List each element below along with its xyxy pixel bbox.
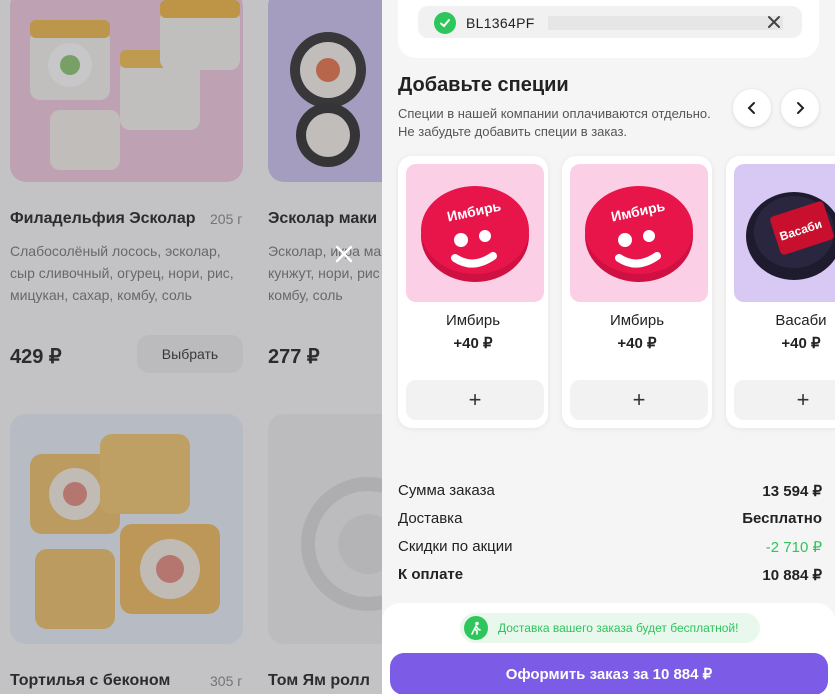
promo-field-highlight xyxy=(548,16,783,30)
free-delivery-badge: Доставка вашего заказа будет бесплатной! xyxy=(460,613,760,643)
add-spice-button[interactable]: + xyxy=(406,380,544,420)
summary-row: Доставка Бесплатно xyxy=(398,510,822,527)
spice-card: Васаби Васаби +40 ₽ + xyxy=(726,156,835,428)
summary-total-row: К оплате 10 884 ₽ xyxy=(398,566,822,584)
check-icon xyxy=(434,12,456,34)
spice-price: +40 ₽ xyxy=(781,335,821,352)
summary-row: Сумма заказа 13 594 ₽ xyxy=(398,482,822,500)
spice-price: +40 ₽ xyxy=(453,335,493,352)
spice-image: Васаби xyxy=(734,164,835,302)
chevron-right-icon xyxy=(797,102,805,114)
modal-overlay[interactable] xyxy=(0,0,382,694)
close-icon[interactable] xyxy=(766,14,782,30)
add-spice-button[interactable]: + xyxy=(570,380,708,420)
checkout-bar: Доставка вашего заказа будет бесплатной!… xyxy=(382,603,835,694)
chevron-left-icon xyxy=(747,102,755,114)
spices-title: Добавьте специи xyxy=(398,74,569,96)
spice-price: +40 ₽ xyxy=(617,335,657,352)
spice-name: Имбирь xyxy=(445,312,501,329)
spice-card: Имбирь Имбирь +40 ₽ + xyxy=(398,156,548,428)
courier-icon xyxy=(464,616,488,640)
carousel-next-button[interactable] xyxy=(781,89,819,127)
free-delivery-text: Доставка вашего заказа будет бесплатной! xyxy=(498,621,739,635)
checkout-button[interactable]: Оформить заказ за 10 884 ₽ xyxy=(390,653,828,694)
spices-note: Не забудьте добавить специи в заказ. xyxy=(398,124,628,139)
spices-note: Специи в нашей компании оплачиваются отд… xyxy=(398,106,711,121)
spice-name: Васаби xyxy=(775,312,827,329)
promo-field[interactable]: BL1364PF xyxy=(418,6,802,38)
summary-row: Скидки по акции -2 710 ₽ xyxy=(398,538,822,556)
carousel-prev-button[interactable] xyxy=(733,89,771,127)
spice-card: Имбирь Имбирь +40 ₽ + xyxy=(562,156,712,428)
add-spice-button[interactable]: + xyxy=(734,380,835,420)
spice-image: Имбирь xyxy=(406,164,544,302)
promo-section: BL1364PF xyxy=(398,0,819,58)
cart-panel: BL1364PF Добавьте специи Специи в нашей … xyxy=(382,0,835,694)
spice-image: Имбирь xyxy=(570,164,708,302)
close-icon[interactable] xyxy=(333,243,355,265)
promo-code: BL1364PF xyxy=(466,15,535,31)
spice-name: Имбирь xyxy=(609,312,665,329)
